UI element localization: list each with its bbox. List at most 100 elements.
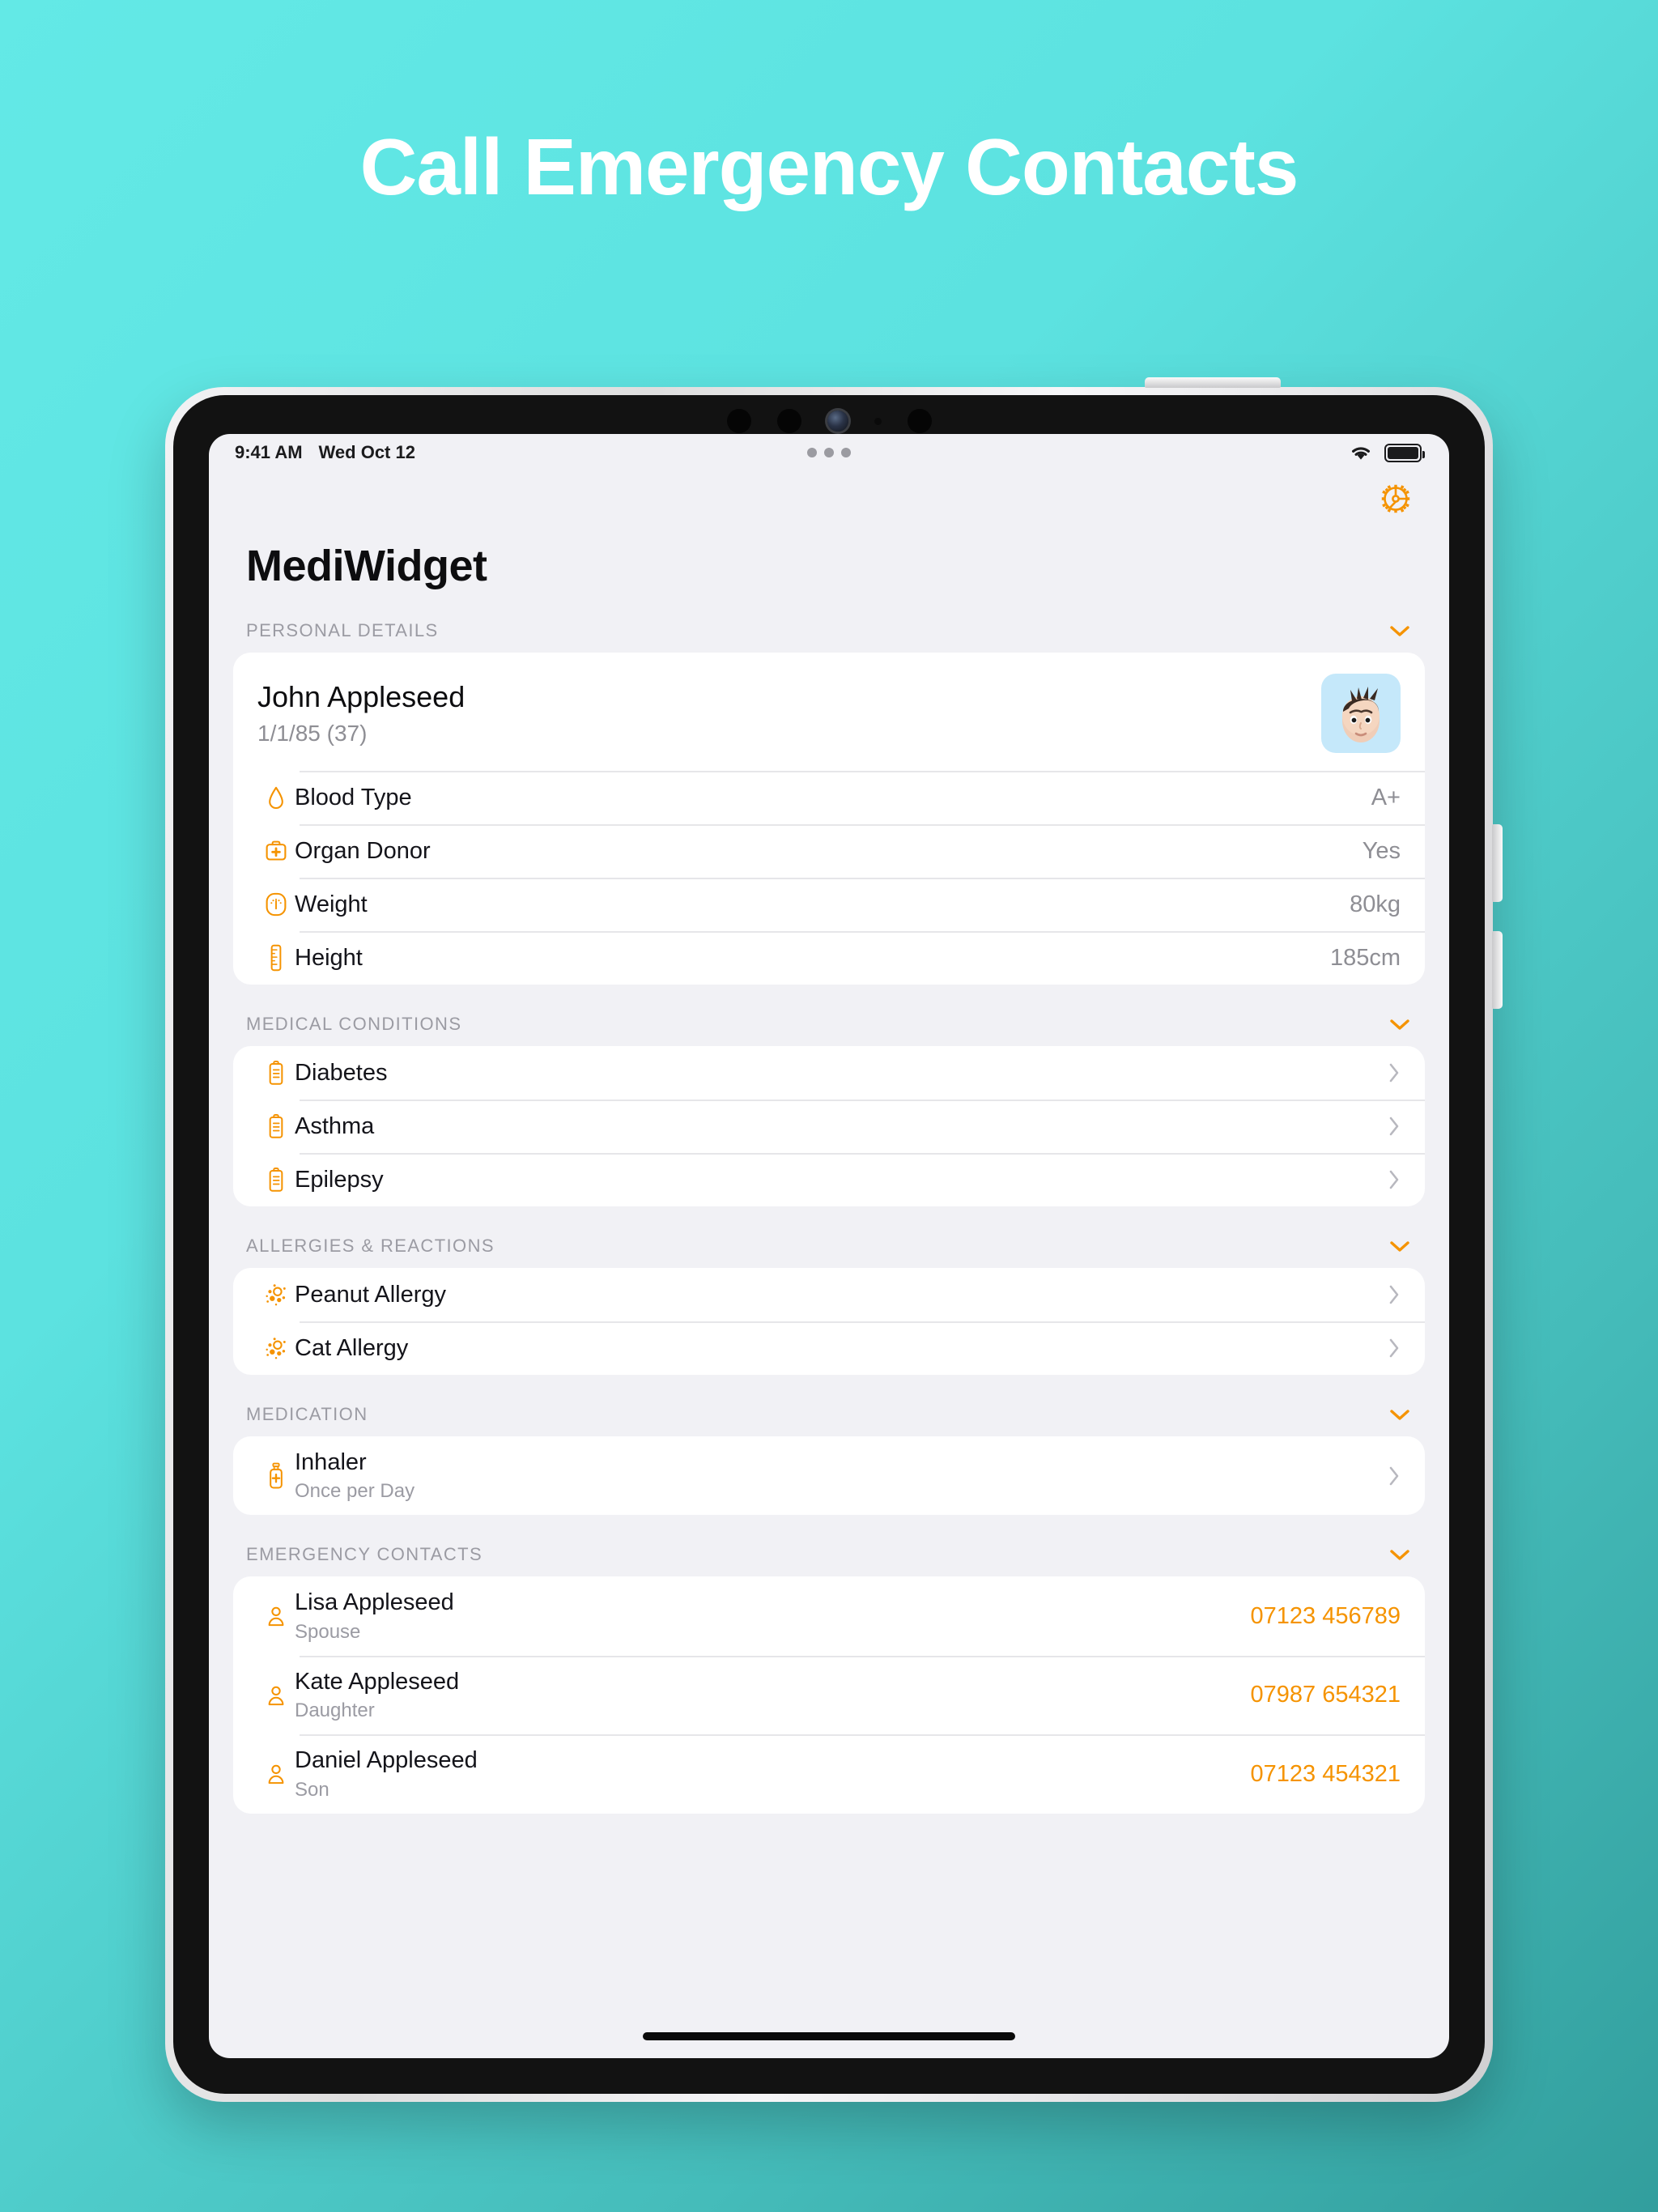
chevron-right-icon[interactable]: [1388, 1168, 1401, 1191]
person-icon: [257, 1763, 295, 1785]
chevron-right-icon[interactable]: [1388, 1283, 1401, 1306]
contact-name: Lisa Appleseed: [295, 1589, 454, 1616]
personal-details-card: John Appleseed 1/1/85 (37) Blood Type A+…: [233, 653, 1425, 985]
contact-relation: Spouse: [295, 1620, 361, 1643]
chevron-down-icon[interactable]: [1388, 1017, 1412, 1032]
contact-name: Kate Appleseed: [295, 1668, 460, 1695]
table-row[interactable]: Blood Type A+: [233, 771, 1425, 824]
row-value: Yes: [1362, 837, 1401, 864]
power-button[interactable]: [1145, 377, 1281, 388]
chevron-down-icon[interactable]: [1388, 1547, 1412, 1562]
table-row[interactable]: Cat Allergy: [233, 1321, 1425, 1375]
section-header-personal[interactable]: PERSONAL DETAILS: [209, 591, 1449, 653]
row-label: Organ Donor: [295, 837, 431, 864]
scale-gauge-icon: [257, 891, 295, 917]
chevron-right-icon[interactable]: [1388, 1061, 1401, 1084]
clipboard-icon: [257, 1166, 295, 1193]
table-row[interactable]: Diabetes: [233, 1046, 1425, 1100]
row-label: Weight: [295, 891, 368, 917]
table-row[interactable]: Height 185cm: [233, 931, 1425, 985]
row-label: Asthma: [295, 1112, 375, 1139]
medication-name: Inhaler: [295, 1449, 367, 1475]
section-label: MEDICATION: [246, 1404, 368, 1424]
volume-down-button[interactable]: [1492, 931, 1503, 1009]
table-row[interactable]: Organ Donor Yes: [233, 824, 1425, 878]
contact-phone[interactable]: 07123 454321: [1251, 1761, 1401, 1788]
tablet-screen: 9:41 AM Wed Oct 12 MediWidget PERSONAL D…: [209, 434, 1449, 2058]
allergies-card: Peanut Allergy Cat Allergy: [233, 1268, 1425, 1375]
clipboard-icon: [257, 1059, 295, 1087]
chevron-right-icon[interactable]: [1388, 1115, 1401, 1138]
avatar[interactable]: [1321, 674, 1401, 753]
contact-relation: Son: [295, 1778, 329, 1801]
table-row[interactable]: Daniel Appleseed Son 07123 454321: [233, 1734, 1425, 1813]
contact-relation: Daughter: [295, 1699, 375, 1722]
row-label: Lisa Appleseed Spouse: [295, 1588, 1251, 1644]
blood-drop-icon: [257, 785, 295, 810]
chevron-right-icon[interactable]: [1388, 1465, 1401, 1487]
battery-full-icon: [1384, 443, 1425, 462]
clipboard-icon: [257, 1112, 295, 1140]
row-label: Kate Appleseed Daughter: [295, 1667, 1251, 1723]
row-label: Inhaler Once per Day: [295, 1448, 1380, 1504]
medication-frequency: Once per Day: [295, 1480, 415, 1503]
multitask-dot-icon: [824, 448, 834, 457]
front-camera-icon: [827, 410, 848, 432]
table-row[interactable]: Kate Appleseed Daughter 07987 654321: [233, 1655, 1425, 1734]
row-value: A+: [1371, 784, 1401, 810]
camera-array: [173, 406, 1485, 436]
first-aid-kit-icon: [257, 840, 295, 862]
sensor-dot-icon: [776, 409, 801, 433]
table-row[interactable]: Asthma: [233, 1100, 1425, 1153]
section-label: PERSONAL DETAILS: [246, 620, 439, 640]
chevron-down-icon[interactable]: [1388, 1239, 1412, 1253]
multitask-dot-icon: [841, 448, 851, 457]
table-row[interactable]: Weight 80kg: [233, 878, 1425, 931]
page-title: MediWidget: [246, 542, 487, 590]
ruler-icon: [257, 944, 295, 972]
chevron-down-icon[interactable]: [1388, 623, 1412, 638]
status-bar: 9:41 AM Wed Oct 12: [209, 434, 1449, 471]
sensor-dot-icon: [726, 409, 751, 433]
multitask-dot-icon: [807, 448, 817, 457]
inhaler-icon: [257, 1461, 295, 1491]
device-bezel: 9:41 AM Wed Oct 12 MediWidget PERSONAL D…: [173, 395, 1485, 2094]
contact-phone[interactable]: 07987 654321: [1251, 1682, 1401, 1708]
section-header-medication[interactable]: MEDICATION: [209, 1375, 1449, 1436]
memoji-avatar: [1342, 687, 1380, 742]
person-summary[interactable]: John Appleseed 1/1/85 (37): [233, 653, 1425, 771]
volume-up-button[interactable]: [1492, 824, 1503, 902]
gear-icon[interactable]: [1378, 481, 1414, 517]
section-label: ALLERGIES & REACTIONS: [246, 1236, 495, 1256]
row-label: Cat Allergy: [295, 1334, 409, 1361]
allergen-burst-icon: [257, 1282, 295, 1308]
section-header-conditions[interactable]: MEDICAL CONDITIONS: [209, 985, 1449, 1046]
table-row[interactable]: Peanut Allergy: [233, 1268, 1425, 1321]
person-icon: [257, 1605, 295, 1627]
contact-phone[interactable]: 07123 456789: [1251, 1603, 1401, 1630]
multitasking-handle[interactable]: [209, 434, 1449, 471]
row-label: Peanut Allergy: [295, 1281, 447, 1308]
allergen-burst-icon: [257, 1335, 295, 1361]
table-row[interactable]: Epilepsy: [233, 1153, 1425, 1206]
medical-conditions-card: Diabetes Asthma Epilepsy: [233, 1046, 1425, 1206]
person-dob: 1/1/85 (37): [257, 721, 368, 746]
emergency-contacts-card: Lisa Appleseed Spouse 07123 456789 Kate …: [233, 1576, 1425, 1814]
promo-headline: Call Emergency Contacts: [359, 122, 1299, 211]
table-row[interactable]: Lisa Appleseed Spouse 07123 456789: [233, 1576, 1425, 1655]
section-header-contacts[interactable]: EMERGENCY CONTACTS: [209, 1515, 1449, 1576]
app-content: MediWidget PERSONAL DETAILS John Applese…: [209, 471, 1449, 2058]
tablet-device: 9:41 AM Wed Oct 12 MediWidget PERSONAL D…: [165, 377, 1503, 2102]
home-indicator[interactable]: [643, 2032, 1015, 2040]
row-label: Diabetes: [295, 1059, 388, 1086]
row-label: Epilepsy: [295, 1166, 384, 1193]
row-label: Blood Type: [295, 784, 412, 810]
table-row[interactable]: Inhaler Once per Day: [233, 1436, 1425, 1515]
person-icon: [257, 1684, 295, 1707]
chevron-right-icon[interactable]: [1388, 1337, 1401, 1359]
chevron-down-icon[interactable]: [1388, 1407, 1412, 1422]
section-label: EMERGENCY CONTACTS: [246, 1544, 483, 1565]
person-name: John Appleseed: [257, 680, 466, 713]
section-header-allergies[interactable]: ALLERGIES & REACTIONS: [209, 1206, 1449, 1268]
contact-name: Daniel Appleseed: [295, 1747, 478, 1774]
